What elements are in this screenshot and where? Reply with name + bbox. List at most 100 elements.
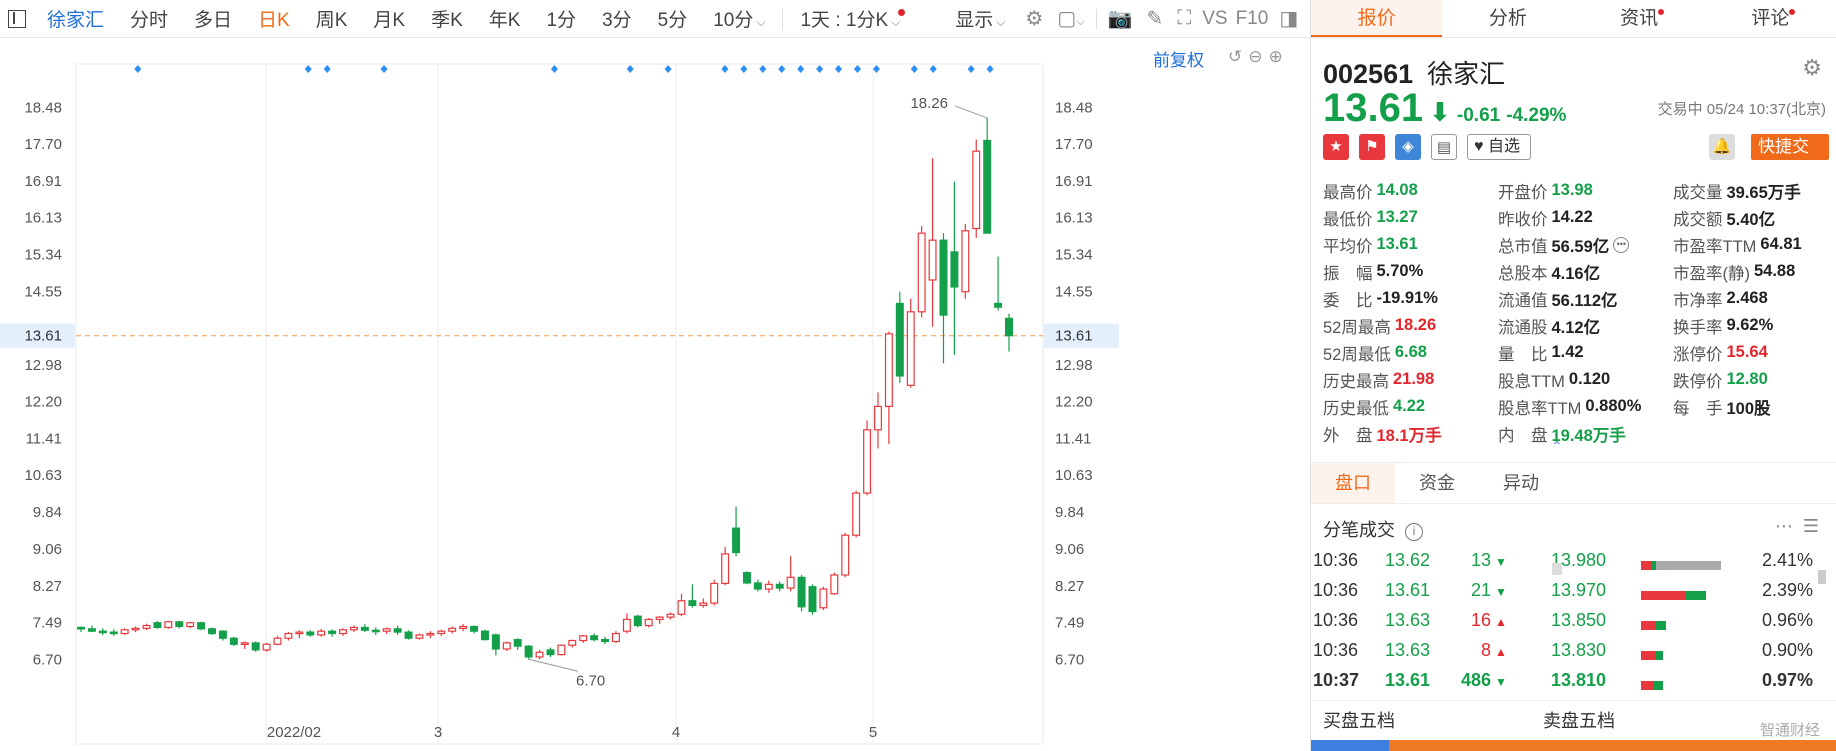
candle-body[interactable] [874,405,882,431]
candle-body[interactable] [470,625,479,632]
tab-fund-flow[interactable]: 资金 [1395,463,1479,503]
event-marker[interactable] [986,65,994,73]
candle-body[interactable] [546,649,555,656]
candle-body[interactable] [109,631,118,635]
tab-quote[interactable]: 报价 [1311,0,1443,37]
candle-body[interactable] [306,631,315,636]
candle-body[interactable] [961,230,970,293]
candle-body[interactable] [710,582,719,604]
candle-body[interactable] [273,637,282,645]
period-tab-1min[interactable]: 1分 [533,5,589,32]
event-marker[interactable] [304,65,312,73]
event-marker[interactable] [626,65,634,73]
period-tab-3min[interactable]: 3分 [589,5,645,32]
f10-button[interactable]: F10 [1232,8,1273,30]
add-watchlist-button[interactable]: ♥ 自选 [1467,134,1531,160]
candle-body[interactable] [633,615,642,627]
tab-comments[interactable]: 评论 [1705,0,1836,37]
event-marker[interactable] [664,65,672,73]
candle-body[interactable] [175,621,184,628]
candle-body[interactable] [808,586,817,613]
candle-body[interactable] [644,618,653,627]
candle-body[interactable] [513,639,522,647]
candle-body[interactable] [164,621,173,629]
candle-body[interactable] [262,643,271,651]
camera-icon[interactable]: 📷 [1101,6,1140,31]
candle-body[interactable] [601,639,610,643]
stock-name-tab[interactable]: 徐家汇 [34,5,117,32]
candle-body[interactable] [917,232,926,313]
candle-body[interactable] [655,616,664,621]
candle-body[interactable] [994,302,1003,308]
candle-body[interactable] [120,629,129,635]
candle-body[interactable] [153,622,162,629]
event-marker[interactable] [816,65,824,73]
collapse-caret-icon[interactable]: ⌃ [1551,438,1563,455]
event-marker[interactable] [910,65,918,73]
candle-body[interactable] [863,429,872,494]
candle-body[interactable] [557,644,566,656]
display-menu[interactable]: 显示 ⌵ [942,5,1018,32]
candle-body[interactable] [841,534,850,576]
candle-body[interactable] [830,574,839,595]
candle-body[interactable] [197,622,206,630]
tab-news[interactable]: 资讯 [1574,0,1705,37]
candle-body[interactable] [382,628,391,632]
color-box-icon[interactable]: ▢⌵ [1050,6,1091,31]
candle-body[interactable] [328,630,337,635]
event-marker[interactable] [835,65,843,73]
candle-body[interactable] [764,583,773,590]
candle-body[interactable] [459,625,468,629]
candle-body[interactable] [317,630,326,636]
kline-chart[interactable]: 2022/02 3 4 5 18.48 18.48 17.70 17.70 16.91 16.91… [0,38,1310,751]
candle-body[interactable] [251,642,260,651]
candle-body[interactable] [786,576,795,589]
candle-body[interactable] [186,622,195,628]
event-marker[interactable] [380,65,388,73]
sidebar-toggle-icon[interactable] [8,9,26,28]
candle-body[interactable] [611,632,620,643]
price-adjust-button[interactable]: 前复权 [1153,46,1204,71]
candle-body[interactable] [535,651,544,658]
event-marker[interactable] [759,65,767,73]
period-tab-monthly[interactable]: 月K [360,5,418,32]
candle-body[interactable] [928,239,937,281]
compare-button[interactable]: VS [1198,8,1231,30]
event-marker[interactable] [134,65,142,73]
event-marker[interactable] [778,65,786,73]
candle-body[interactable] [590,635,599,641]
pencil-icon[interactable]: ✎ [1139,6,1170,31]
candle-body[interactable] [568,639,577,646]
bell-icon[interactable]: 🔔 [1709,134,1735,160]
period-tab-10min[interactable]: 10分 ⌵ [700,5,778,32]
more-icon[interactable]: ••• [1613,236,1630,253]
quick-trade-button[interactable]: 快捷交易 [1751,134,1829,182]
event-marker[interactable] [721,65,729,73]
scrollbar-thumb[interactable] [1818,570,1826,584]
tab-analysis[interactable]: 分析 [1442,0,1573,37]
candle-body[interactable] [688,600,697,607]
candle-body[interactable] [284,632,293,639]
event-marker[interactable] [550,65,558,73]
candle-body[interactable] [983,139,992,234]
candle-body[interactable] [131,627,140,631]
tab-orderbook[interactable]: 盘口 [1311,463,1395,503]
candle-body[interactable] [360,626,369,631]
candle-body[interactable] [491,634,500,650]
candle-body[interactable] [218,630,227,639]
candle-body[interactable] [666,613,675,618]
tag-icon[interactable]: ◈ [1395,134,1421,160]
candle-body[interactable] [448,627,457,632]
candle-body[interactable] [240,642,249,645]
gear-icon[interactable]: ⚙ [1802,55,1822,81]
candle-body[interactable] [142,624,151,629]
event-marker[interactable] [323,65,331,73]
candle-body[interactable] [295,631,304,635]
tab-anomaly[interactable]: 异动 [1479,463,1563,503]
candle-body[interactable] [480,630,489,641]
period-tab-weekly[interactable]: 周K [303,5,361,32]
event-marker[interactable] [872,65,880,73]
runner-icon[interactable]: ⚑ [1359,134,1385,160]
event-marker[interactable] [967,65,975,73]
event-marker[interactable] [797,65,805,73]
